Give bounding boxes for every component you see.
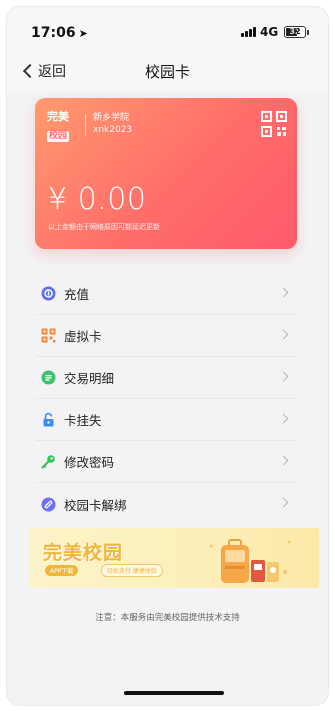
username: xnk2023 xyxy=(93,125,133,135)
menu-item-recharge[interactable]: 充值 xyxy=(35,273,297,315)
network-type: 4G xyxy=(260,25,279,39)
promo-banner[interactable]: 完美校园 APP下载 轻松支付 便捷体验 xyxy=(29,528,319,588)
key-icon xyxy=(41,454,56,469)
menu-item-report-loss[interactable]: 卡挂失 xyxy=(35,399,297,441)
menu-item-label: 修改密码 xyxy=(64,455,115,470)
chevron-right-icon xyxy=(278,329,289,340)
time-text: 17:06 xyxy=(31,25,76,41)
perfect-campus-logo: 完美 校园 xyxy=(47,110,77,142)
status-time: 17:06 ➤ xyxy=(31,25,88,41)
menu-item-label: 交易明细 xyxy=(64,371,115,386)
banner-title: 完美校园 xyxy=(43,542,124,564)
chevron-right-icon xyxy=(278,287,289,298)
page-title: 校园卡 xyxy=(144,63,190,81)
transaction-icon xyxy=(41,370,56,385)
phone-screen: 17:06➤ 4G 32 返回 校园卡 完美 校园 新乡学院 xnk2023 xyxy=(6,6,329,706)
nav-bar: 返回 校园卡 xyxy=(7,51,328,91)
banner-tag-slogan: 轻松支付 便捷体验 xyxy=(101,564,163,577)
menu-item-label: 校园卡解绑 xyxy=(64,497,127,513)
qr-code-icon xyxy=(41,328,56,343)
menu-item-label: 卡挂失 xyxy=(64,413,102,428)
menu-item-change-password[interactable]: 修改密码 xyxy=(35,441,297,483)
footer-note: 注意：本服务由完美校园提供技术支持 xyxy=(95,613,240,623)
menu-item-virtual-card[interactable]: 虚拟卡 xyxy=(35,315,297,357)
menu-item-transactions[interactable]: 交易明细 xyxy=(35,357,297,399)
qr-code-icon[interactable] xyxy=(261,111,287,137)
school-info: 新乡学院 xnk2023 xyxy=(93,112,132,136)
banner-tag-download: APP下载 xyxy=(45,565,79,576)
lock-icon xyxy=(41,412,56,427)
battery-level: 32 xyxy=(289,27,301,36)
balance-note: 以上金额由于网络原因可能延迟更新 xyxy=(48,223,160,231)
menu-item-label: 充值 xyxy=(64,287,90,302)
recharge-icon xyxy=(41,286,56,301)
unbind-icon xyxy=(41,497,56,512)
location-arrow-icon: ➤ xyxy=(78,27,88,40)
chevron-right-icon xyxy=(278,413,289,424)
school-name: 新乡学院 xyxy=(93,113,130,123)
logo-line1: 完美 xyxy=(47,110,69,123)
suitcase-illustration xyxy=(209,539,291,583)
card-balance: ¥ 0.00 xyxy=(48,182,147,217)
chevron-right-icon xyxy=(278,371,289,382)
menu-item-unbind-card[interactable]: 校园卡解绑 xyxy=(35,483,297,525)
divider xyxy=(85,114,86,136)
chevron-right-icon xyxy=(278,455,289,466)
campus-card: 完美 校园 新乡学院 xnk2023 ¥ 0.00 以上金额由于网络原因可能延迟 xyxy=(35,98,297,249)
status-bar: 17:06 ➤ 4G 32 xyxy=(7,7,328,51)
home-indicator[interactable] xyxy=(124,691,224,695)
menu-item-label: 虚拟卡 xyxy=(64,329,102,344)
signal-icon xyxy=(241,27,256,37)
function-menu: 充值 虚拟卡 交易明细 卡挂失 修改密码 校园卡解绑 xyxy=(35,273,297,525)
logo-line2: 校园 xyxy=(47,131,70,142)
battery-icon: 32 xyxy=(284,26,306,38)
chevron-right-icon xyxy=(278,497,289,508)
